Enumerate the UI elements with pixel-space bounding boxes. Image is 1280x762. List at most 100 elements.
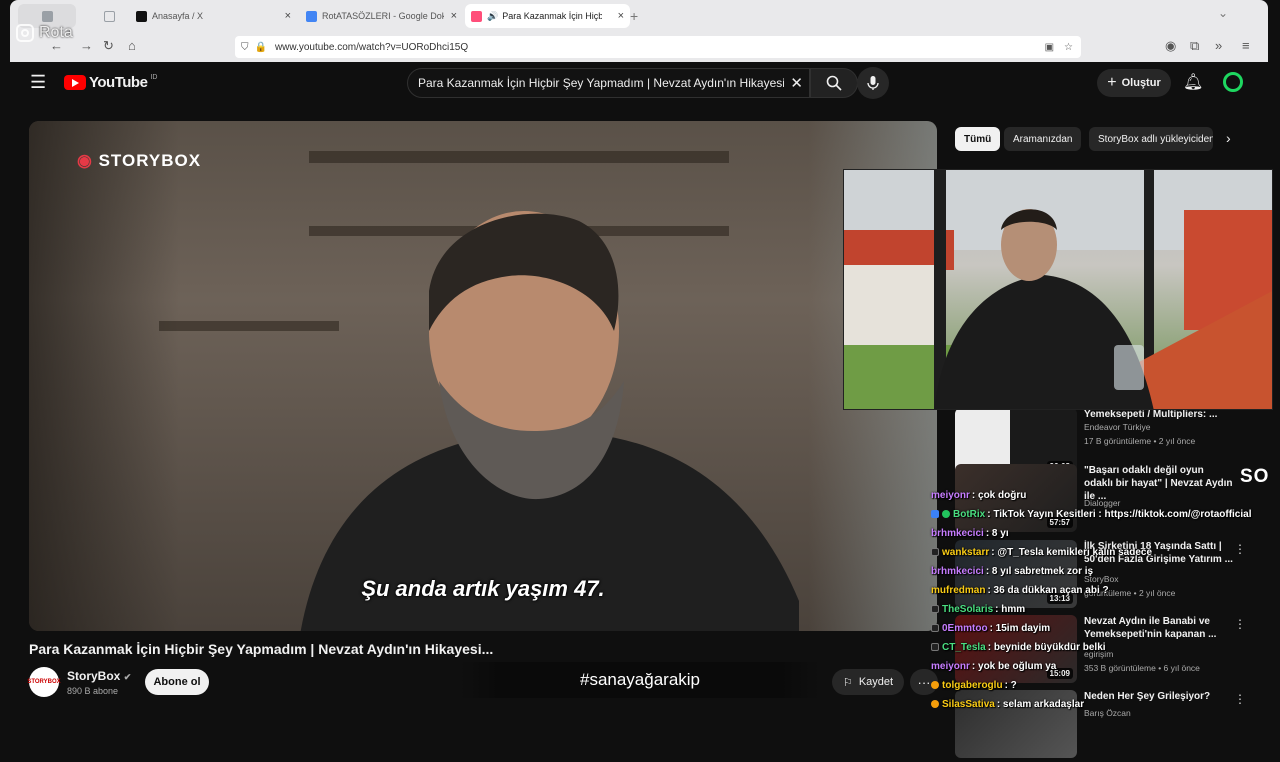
url-text[interactable]: www.youtube.com/watch?v=UORoDhci15Q xyxy=(275,42,468,53)
tab-youtube[interactable]: 🔊 Para Kazanmak İçin Hiçbir Ş × xyxy=(465,4,630,28)
chat-username: meiyonr xyxy=(931,490,970,501)
search-button[interactable] xyxy=(810,68,858,98)
home-icon[interactable]: ⌂ xyxy=(128,38,136,53)
chat-username: meiyonr xyxy=(931,661,970,672)
close-icon[interactable]: × xyxy=(451,10,457,22)
menu-icon[interactable]: ≡ xyxy=(1242,38,1250,53)
chat-text: : hmm xyxy=(995,604,1026,615)
chat-text: : çok doğru xyxy=(971,490,1027,501)
channel-name[interactable]: Barış Özcan xyxy=(1084,708,1131,718)
new-tab-icon[interactable]: + xyxy=(630,8,638,24)
chip-uploader[interactable]: StoryBox adlı yükleyiciden xyxy=(1089,127,1213,151)
bookmark-icon: ⚐ xyxy=(842,676,853,689)
plus-icon: + xyxy=(1107,74,1117,91)
storybox-logo-icon: ◉ xyxy=(77,151,93,170)
address-bar[interactable]: ⛉ 🔒 www.youtube.com/watch?v=UORoDhci15Q … xyxy=(235,36,1081,58)
chat-message: meiyonr: yok be oğlum ya xyxy=(931,661,1056,672)
chat-text: : ? xyxy=(1004,680,1017,691)
tab-label: Para Kazanmak İçin Hiçbir Ş xyxy=(502,11,603,21)
more-options-icon[interactable]: ⋮ xyxy=(1234,617,1246,631)
search-value[interactable]: Para Kazanmak İçin Hiçbir Şey Yapmadım |… xyxy=(418,76,784,90)
notifications-bell-icon[interactable]: 🔔︎ xyxy=(1183,72,1203,92)
channel-name[interactable]: Dialogger xyxy=(1084,498,1120,508)
chip-all[interactable]: Tümü xyxy=(955,127,1001,151)
microphone-icon xyxy=(867,76,879,90)
video-player[interactable]: ◉ STORYBOX Şu anda artık yaşım 47. xyxy=(29,121,937,631)
pip-icon[interactable]: ▣ xyxy=(1045,42,1054,53)
forward-icon[interactable]: → xyxy=(80,38,93,53)
chat-text: : TikTok Yayın Kesitleri : https://tikto… xyxy=(987,509,1252,520)
chat-username: brhmkecici xyxy=(931,528,984,539)
webcam-scene xyxy=(844,170,1272,409)
voice-search-button[interactable] xyxy=(857,67,889,99)
avatar[interactable] xyxy=(1223,72,1243,92)
tab-google-docs[interactable]: RotATASÖZLERI - Google Dokür × xyxy=(300,4,463,28)
overflow-chevron-icon[interactable]: » xyxy=(1215,38,1222,53)
interviewee-figure xyxy=(300,211,799,631)
search-input[interactable]: Para Kazanmak İçin Hiçbir Şey Yapmadım |… xyxy=(407,68,810,98)
video-title[interactable]: Neden Her Şey Grileşiyor? xyxy=(1084,690,1234,703)
channel-name[interactable]: Endeavor Türkiye xyxy=(1084,422,1150,432)
youtube-icon xyxy=(471,10,482,22)
chat-username: TheSolaris xyxy=(942,604,994,615)
chat-username: wankstarr xyxy=(942,547,990,558)
chat-text: : 15im dayim xyxy=(989,623,1051,634)
lock-icon: 🔒 xyxy=(254,41,267,53)
youtube-play-icon xyxy=(64,75,86,90)
account-icon[interactable]: ◉ xyxy=(1165,38,1176,54)
reload-icon[interactable]: ↻ xyxy=(103,38,114,54)
shield-icon[interactable]: ⛉ xyxy=(241,42,249,53)
chip-from-search[interactable]: Aramanızdan xyxy=(1004,127,1082,151)
badge-icon xyxy=(931,624,939,633)
speaker-icon: 🔊 xyxy=(487,10,499,21)
channel-avatar[interactable]: STORYBOX xyxy=(27,667,61,697)
storybox-watermark: ◉ STORYBOX xyxy=(77,151,201,171)
chat-username: mufredman xyxy=(931,585,986,596)
close-icon[interactable]: × xyxy=(618,10,624,22)
watermark-text: Rota xyxy=(39,24,73,41)
verified-icon: ✔ xyxy=(123,672,132,682)
subscribe-button[interactable]: Abone ol xyxy=(145,669,209,695)
tab-list-chevron-icon[interactable]: ⌄ xyxy=(1218,6,1228,20)
chat-text: : 36 da dükkan açan abi ? xyxy=(987,585,1109,596)
save-button[interactable]: ⚐ Kaydet xyxy=(832,669,904,695)
verified-badge-icon xyxy=(942,510,950,519)
chat-text: : selam arkadaşlar xyxy=(996,699,1085,710)
storybox-logo-text: STORYBOX xyxy=(98,151,202,170)
create-button[interactable]: + Oluştur xyxy=(1097,69,1171,97)
clear-search-icon[interactable]: ✕ xyxy=(790,74,803,92)
chat-username: CT_Tesla xyxy=(942,642,986,653)
chat-message: CT_Tesla: beynide büyükdür belki xyxy=(931,642,1106,653)
youtube-logo[interactable]: YouTube ID xyxy=(64,74,157,91)
tab-x[interactable]: Anasayfa / X × xyxy=(130,4,297,28)
channel-name-text[interactable]: StoryBox xyxy=(67,669,120,683)
chat-message: mufredman: 36 da dükkan açan abi ? xyxy=(931,585,1109,596)
warning-badge-icon xyxy=(931,700,939,709)
x-logo-icon xyxy=(136,10,147,22)
chat-text: : 8 yı xyxy=(985,528,1009,539)
chat-message: BotRix: TikTok Yayın Kesitleri : https:/… xyxy=(931,509,1251,520)
close-icon[interactable]: × xyxy=(285,10,291,22)
tab-pinned[interactable] xyxy=(98,4,128,28)
channel-name[interactable]: StoryBox ✔ xyxy=(67,669,131,683)
background-shelf xyxy=(309,151,729,163)
tab-label: RotATASÖZLERI - Google Dokür xyxy=(322,11,444,21)
chat-message: brhmkecici: 8 yı xyxy=(931,528,1009,539)
chat-text: : yok be oğlum ya xyxy=(971,661,1057,672)
instagram-icon xyxy=(16,24,34,42)
chat-message: 0Emmtoo: 15im dayim xyxy=(931,623,1050,634)
extensions-icon[interactable]: ⧉ xyxy=(1190,38,1199,54)
hamburger-menu-icon[interactable]: ☰ xyxy=(30,72,46,93)
bookmark-star-icon[interactable]: ☆ xyxy=(1064,42,1073,53)
logo-text: YouTube xyxy=(89,74,148,91)
sidebar-icon xyxy=(42,10,53,22)
chat-message: tolgaberoglu: ? xyxy=(931,680,1017,691)
streamer-watermark: Rota xyxy=(16,24,73,42)
chat-username: tolgaberoglu xyxy=(942,680,1003,691)
chevron-right-icon[interactable]: › xyxy=(1226,130,1231,146)
more-options-icon[interactable]: ⋮ xyxy=(1234,692,1246,706)
tab-label: Anasayfa / X xyxy=(152,11,204,21)
browser-chrome: Anasayfa / X × RotATASÖZLERI - Google Do… xyxy=(10,0,1268,62)
more-options-icon[interactable]: ⋮ xyxy=(1234,542,1246,556)
video-title[interactable]: Nevzat Aydın ile Banabi ve Yemeksepeti'n… xyxy=(1084,615,1234,641)
